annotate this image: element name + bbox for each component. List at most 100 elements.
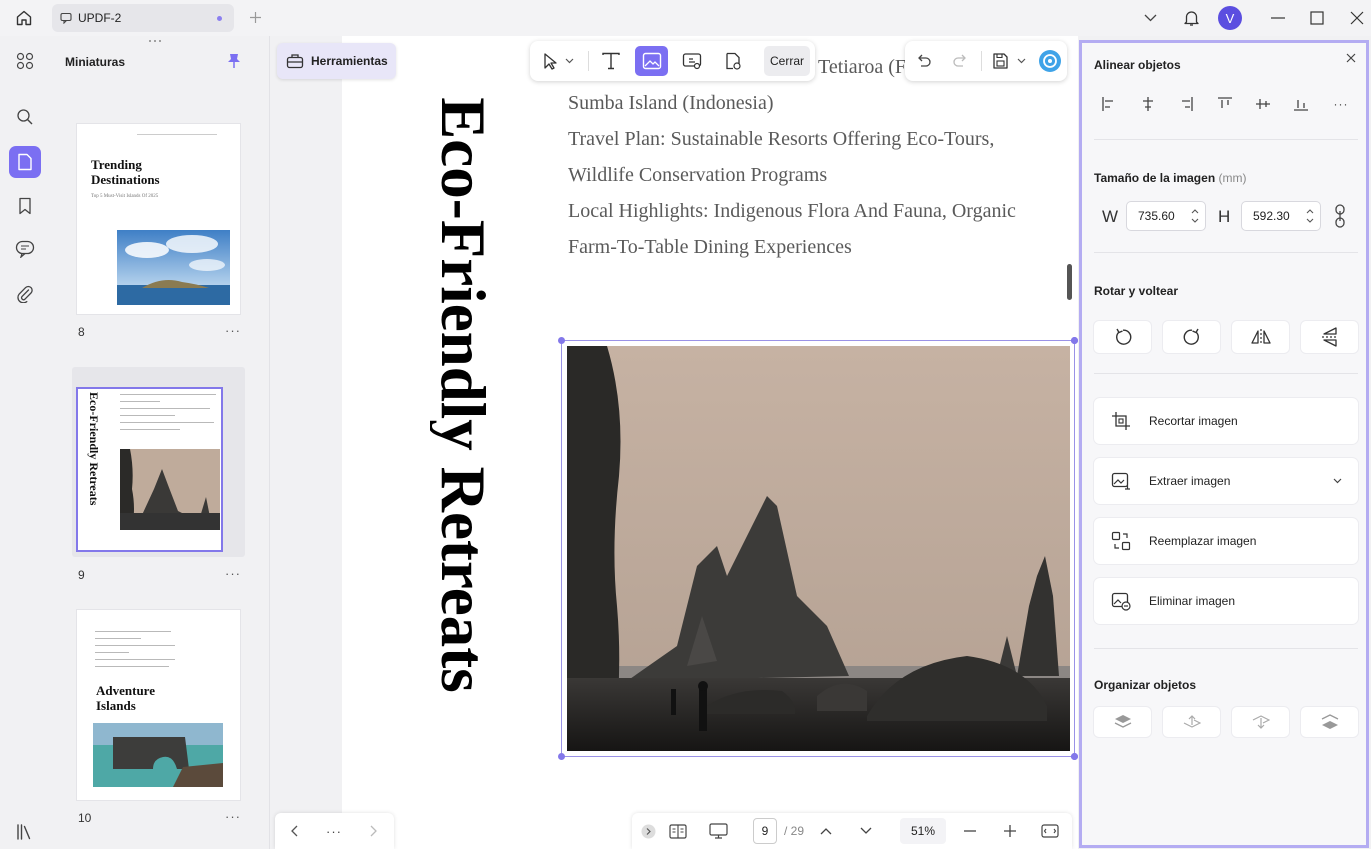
extract-image-button[interactable]: Extraer imagen (1094, 458, 1358, 504)
align-middle-icon[interactable] (1252, 93, 1274, 115)
send-to-back-button[interactable] (1301, 707, 1358, 737)
resize-handle[interactable] (1071, 337, 1078, 344)
tools-button[interactable]: Herramientas (277, 43, 396, 79)
replace-image-button[interactable]: Reemplazar imagen (1094, 518, 1358, 564)
thumbnail-heading: Eco-Friendly Retreats (87, 392, 101, 506)
flip-horizontal-button[interactable] (1232, 321, 1289, 353)
link-icon (682, 53, 702, 70)
send-backward-button[interactable] (1232, 707, 1289, 737)
align-left-icon[interactable] (1098, 93, 1120, 115)
rail-comments[interactable] (9, 233, 41, 265)
doc-text-line[interactable]: Wildlife Conservation Programs (568, 164, 827, 187)
page-down-button[interactable] (856, 818, 876, 844)
select-tool-button[interactable] (536, 46, 580, 76)
page-up-button[interactable] (816, 818, 836, 844)
drag-handle[interactable] (147, 39, 167, 43)
thumbnail-page-10[interactable]: Adventure Islands (77, 610, 240, 800)
lock-ratio-icon[interactable] (1334, 204, 1350, 228)
user-avatar[interactable]: V (1218, 6, 1242, 30)
prev-page-button[interactable] (285, 818, 303, 844)
align-top-icon[interactable] (1214, 93, 1236, 115)
fit-page-button[interactable] (1038, 818, 1062, 844)
chevron-down-icon[interactable] (1333, 478, 1342, 484)
chevron-up-icon (820, 828, 832, 835)
zoom-in-button[interactable] (1000, 818, 1020, 844)
new-tab-plus-icon[interactable] (246, 8, 264, 26)
ai-assistant-button[interactable] (1036, 46, 1064, 76)
rotate-right-button[interactable] (1163, 321, 1220, 353)
doc-text-line[interactable]: Local Highlights: Indigenous Flora And F… (568, 200, 1016, 223)
thumbnail-more-button[interactable]: ··· (225, 566, 241, 581)
redo-button[interactable] (947, 46, 973, 76)
thumbnail-number: 8 (78, 325, 85, 339)
crop-image-button[interactable]: Recortar imagen (1094, 398, 1358, 444)
presentation-button[interactable] (706, 818, 732, 844)
stepper-icon[interactable] (1191, 207, 1199, 225)
vertical-title[interactable]: Eco-Friendly Retreats (430, 50, 500, 740)
close-window-icon[interactable] (1347, 8, 1367, 28)
home-icon[interactable] (12, 7, 36, 29)
chevron-down-icon[interactable] (1140, 8, 1160, 28)
rail-thumbnails[interactable] (9, 146, 41, 178)
rail-bookmarks[interactable] (9, 190, 41, 222)
align-bottom-icon[interactable] (1290, 93, 1312, 115)
height-input[interactable]: 592.30 (1241, 201, 1321, 231)
document-tab[interactable]: UPDF-2 (52, 4, 234, 32)
crop-image-label: Recortar imagen (1149, 414, 1238, 428)
resize-handle[interactable] (1071, 753, 1078, 760)
rail-apps[interactable] (9, 45, 41, 77)
zoom-level[interactable]: 51% (900, 818, 946, 844)
minimize-icon[interactable] (1268, 8, 1288, 28)
align-center-icon[interactable] (1137, 93, 1159, 115)
delete-image-button[interactable]: Eliminar imagen (1094, 578, 1358, 624)
rail-attachments[interactable] (9, 278, 41, 310)
thumbnail-more-button[interactable]: ··· (225, 809, 241, 824)
align-more-button[interactable]: ··· (1330, 93, 1352, 115)
align-right-icon[interactable] (1175, 93, 1197, 115)
bring-to-front-button[interactable] (1094, 707, 1151, 737)
thumbnail-page-8[interactable]: Trending Destinations Top 5 Must-Visit I… (77, 124, 240, 314)
save-button[interactable] (988, 46, 1030, 76)
text-tool-button[interactable] (596, 46, 626, 76)
save-icon (993, 53, 1026, 69)
plus-icon (1004, 825, 1016, 837)
rail-library[interactable] (9, 816, 41, 848)
watermark-tool-button[interactable] (718, 46, 748, 76)
rock-arch-image (93, 723, 223, 787)
thumbnail-page-9[interactable]: Eco-Friendly Retreats (78, 389, 221, 550)
bell-icon[interactable] (1180, 7, 1202, 29)
zoom-out-button[interactable] (960, 818, 980, 844)
image-tool-button[interactable] (635, 46, 668, 76)
sea-stacks-thumbnail (120, 449, 220, 530)
doc-text-line[interactable]: Tetiaroa (F (818, 56, 906, 79)
doc-text-line[interactable]: Travel Plan: Sustainable Resorts Offerin… (568, 128, 994, 151)
replace-image-label: Reemplazar imagen (1149, 534, 1257, 548)
rotate-left-button[interactable] (1094, 321, 1151, 353)
resize-handle[interactable] (558, 753, 565, 760)
vertical-scrollbar[interactable] (1067, 264, 1072, 300)
page-number-input[interactable]: 9 (753, 818, 777, 844)
resize-handle[interactable] (558, 337, 565, 344)
bring-forward-button[interactable] (1163, 707, 1220, 737)
flip-horizontal-icon (1250, 329, 1271, 345)
rail-search[interactable] (9, 101, 41, 133)
pin-icon[interactable] (227, 53, 245, 71)
maximize-icon[interactable] (1307, 8, 1327, 28)
page-layout-button[interactable] (666, 818, 690, 844)
island-image (117, 230, 230, 305)
collapse-toolbar-button[interactable] (640, 818, 656, 844)
doc-text-line[interactable]: Sumba Island (Indonesia) (568, 92, 774, 115)
flip-vertical-button[interactable] (1301, 321, 1358, 353)
close-panel-icon[interactable] (1346, 53, 1360, 67)
next-page-button[interactable] (365, 818, 383, 844)
close-edit-button[interactable]: Cerrar (764, 46, 810, 76)
page-nav-more-button[interactable]: ··· (323, 818, 345, 844)
width-input[interactable]: 735.60 (1126, 201, 1206, 231)
chevron-right-icon (370, 825, 377, 837)
doc-text-line[interactable]: Farm-To-Table Dining Experiences (568, 236, 852, 259)
undo-button[interactable] (911, 46, 937, 76)
sea-stacks-image[interactable] (567, 346, 1070, 751)
stepper-icon[interactable] (1306, 207, 1314, 225)
thumbnail-more-button[interactable]: ··· (225, 323, 241, 338)
link-tool-button[interactable] (677, 46, 707, 76)
